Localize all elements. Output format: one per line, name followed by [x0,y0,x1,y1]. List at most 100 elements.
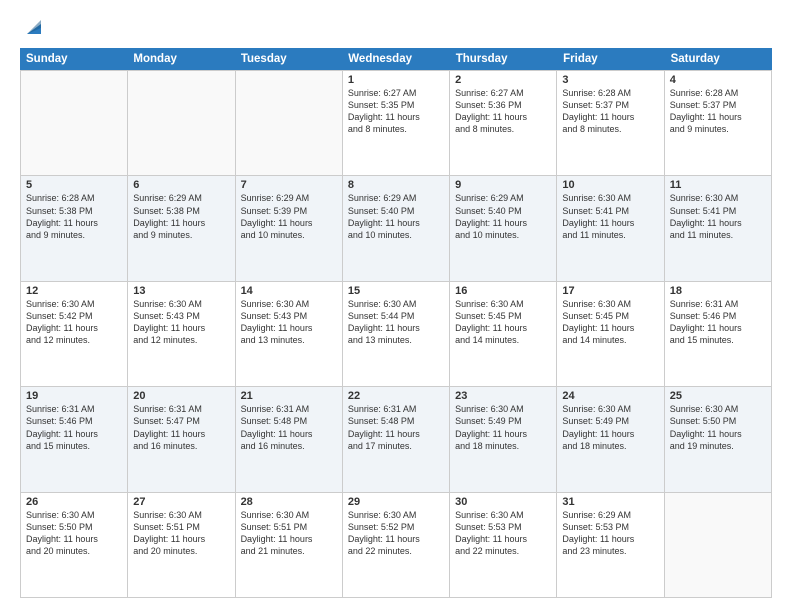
day-number: 11 [670,179,766,191]
day-cell-8: 8Sunrise: 6:29 AM Sunset: 5:40 PM Daylig… [343,176,450,280]
logo-icon [23,16,45,38]
day-info: Sunrise: 6:30 AM Sunset: 5:51 PM Dayligh… [241,509,337,558]
day-cell-5: 5Sunrise: 6:28 AM Sunset: 5:38 PM Daylig… [21,176,128,280]
day-number: 2 [455,74,551,86]
header-day-sunday: Sunday [20,48,127,70]
day-cell-31: 31Sunrise: 6:29 AM Sunset: 5:53 PM Dayli… [557,493,664,597]
day-number: 28 [241,496,337,508]
day-number: 26 [26,496,122,508]
day-info: Sunrise: 6:30 AM Sunset: 5:45 PM Dayligh… [562,298,658,347]
day-cell-30: 30Sunrise: 6:30 AM Sunset: 5:53 PM Dayli… [450,493,557,597]
day-info: Sunrise: 6:30 AM Sunset: 5:51 PM Dayligh… [133,509,229,558]
day-info: Sunrise: 6:28 AM Sunset: 5:37 PM Dayligh… [670,87,766,136]
page: SundayMondayTuesdayWednesdayThursdayFrid… [0,0,792,612]
day-info: Sunrise: 6:29 AM Sunset: 5:40 PM Dayligh… [455,192,551,241]
day-cell-7: 7Sunrise: 6:29 AM Sunset: 5:39 PM Daylig… [236,176,343,280]
day-info: Sunrise: 6:29 AM Sunset: 5:39 PM Dayligh… [241,192,337,241]
day-cell-14: 14Sunrise: 6:30 AM Sunset: 5:43 PM Dayli… [236,282,343,386]
day-number: 6 [133,179,229,191]
day-info: Sunrise: 6:31 AM Sunset: 5:47 PM Dayligh… [133,403,229,452]
day-cell-20: 20Sunrise: 6:31 AM Sunset: 5:47 PM Dayli… [128,387,235,491]
day-info: Sunrise: 6:27 AM Sunset: 5:35 PM Dayligh… [348,87,444,136]
day-cell-17: 17Sunrise: 6:30 AM Sunset: 5:45 PM Dayli… [557,282,664,386]
day-cell-3: 3Sunrise: 6:28 AM Sunset: 5:37 PM Daylig… [557,71,664,175]
calendar-row-4: 26Sunrise: 6:30 AM Sunset: 5:50 PM Dayli… [20,492,772,598]
empty-cell [21,71,128,175]
calendar-row-3: 19Sunrise: 6:31 AM Sunset: 5:46 PM Dayli… [20,386,772,491]
day-cell-27: 27Sunrise: 6:30 AM Sunset: 5:51 PM Dayli… [128,493,235,597]
day-cell-25: 25Sunrise: 6:30 AM Sunset: 5:50 PM Dayli… [665,387,772,491]
day-info: Sunrise: 6:30 AM Sunset: 5:50 PM Dayligh… [26,509,122,558]
day-info: Sunrise: 6:31 AM Sunset: 5:48 PM Dayligh… [348,403,444,452]
day-cell-22: 22Sunrise: 6:31 AM Sunset: 5:48 PM Dayli… [343,387,450,491]
day-cell-2: 2Sunrise: 6:27 AM Sunset: 5:36 PM Daylig… [450,71,557,175]
day-info: Sunrise: 6:30 AM Sunset: 5:49 PM Dayligh… [562,403,658,452]
day-cell-11: 11Sunrise: 6:30 AM Sunset: 5:41 PM Dayli… [665,176,772,280]
header-day-thursday: Thursday [450,48,557,70]
day-info: Sunrise: 6:27 AM Sunset: 5:36 PM Dayligh… [455,87,551,136]
day-info: Sunrise: 6:30 AM Sunset: 5:49 PM Dayligh… [455,403,551,452]
day-cell-15: 15Sunrise: 6:30 AM Sunset: 5:44 PM Dayli… [343,282,450,386]
day-number: 8 [348,179,444,191]
empty-cell [665,493,772,597]
day-number: 18 [670,285,766,297]
day-info: Sunrise: 6:30 AM Sunset: 5:53 PM Dayligh… [455,509,551,558]
day-info: Sunrise: 6:31 AM Sunset: 5:46 PM Dayligh… [26,403,122,452]
day-info: Sunrise: 6:28 AM Sunset: 5:38 PM Dayligh… [26,192,122,241]
day-cell-9: 9Sunrise: 6:29 AM Sunset: 5:40 PM Daylig… [450,176,557,280]
day-number: 27 [133,496,229,508]
day-number: 24 [562,390,658,402]
day-info: Sunrise: 6:30 AM Sunset: 5:43 PM Dayligh… [133,298,229,347]
day-info: Sunrise: 6:30 AM Sunset: 5:52 PM Dayligh… [348,509,444,558]
calendar-header: SundayMondayTuesdayWednesdayThursdayFrid… [20,48,772,70]
day-cell-23: 23Sunrise: 6:30 AM Sunset: 5:49 PM Dayli… [450,387,557,491]
day-number: 4 [670,74,766,86]
day-info: Sunrise: 6:30 AM Sunset: 5:43 PM Dayligh… [241,298,337,347]
day-cell-12: 12Sunrise: 6:30 AM Sunset: 5:42 PM Dayli… [21,282,128,386]
day-info: Sunrise: 6:30 AM Sunset: 5:41 PM Dayligh… [562,192,658,241]
day-number: 1 [348,74,444,86]
day-number: 22 [348,390,444,402]
day-cell-6: 6Sunrise: 6:29 AM Sunset: 5:38 PM Daylig… [128,176,235,280]
day-info: Sunrise: 6:30 AM Sunset: 5:42 PM Dayligh… [26,298,122,347]
calendar-body: 1Sunrise: 6:27 AM Sunset: 5:35 PM Daylig… [20,70,772,598]
day-number: 19 [26,390,122,402]
day-cell-28: 28Sunrise: 6:30 AM Sunset: 5:51 PM Dayli… [236,493,343,597]
day-info: Sunrise: 6:31 AM Sunset: 5:48 PM Dayligh… [241,403,337,452]
day-cell-13: 13Sunrise: 6:30 AM Sunset: 5:43 PM Dayli… [128,282,235,386]
day-cell-10: 10Sunrise: 6:30 AM Sunset: 5:41 PM Dayli… [557,176,664,280]
day-number: 25 [670,390,766,402]
day-cell-4: 4Sunrise: 6:28 AM Sunset: 5:37 PM Daylig… [665,71,772,175]
day-info: Sunrise: 6:30 AM Sunset: 5:50 PM Dayligh… [670,403,766,452]
day-info: Sunrise: 6:30 AM Sunset: 5:44 PM Dayligh… [348,298,444,347]
day-info: Sunrise: 6:31 AM Sunset: 5:46 PM Dayligh… [670,298,766,347]
header-day-monday: Monday [127,48,234,70]
calendar-row-1: 5Sunrise: 6:28 AM Sunset: 5:38 PM Daylig… [20,175,772,280]
day-info: Sunrise: 6:28 AM Sunset: 5:37 PM Dayligh… [562,87,658,136]
day-info: Sunrise: 6:29 AM Sunset: 5:40 PM Dayligh… [348,192,444,241]
day-cell-16: 16Sunrise: 6:30 AM Sunset: 5:45 PM Dayli… [450,282,557,386]
day-cell-21: 21Sunrise: 6:31 AM Sunset: 5:48 PM Dayli… [236,387,343,491]
day-number: 21 [241,390,337,402]
day-cell-1: 1Sunrise: 6:27 AM Sunset: 5:35 PM Daylig… [343,71,450,175]
day-number: 30 [455,496,551,508]
header-day-saturday: Saturday [665,48,772,70]
calendar: SundayMondayTuesdayWednesdayThursdayFrid… [20,48,772,598]
header-day-tuesday: Tuesday [235,48,342,70]
day-cell-26: 26Sunrise: 6:30 AM Sunset: 5:50 PM Dayli… [21,493,128,597]
empty-cell [128,71,235,175]
day-cell-19: 19Sunrise: 6:31 AM Sunset: 5:46 PM Dayli… [21,387,128,491]
header-day-wednesday: Wednesday [342,48,449,70]
header [20,18,772,38]
header-day-friday: Friday [557,48,664,70]
day-number: 29 [348,496,444,508]
day-number: 17 [562,285,658,297]
day-number: 10 [562,179,658,191]
empty-cell [236,71,343,175]
day-info: Sunrise: 6:30 AM Sunset: 5:41 PM Dayligh… [670,192,766,241]
day-number: 7 [241,179,337,191]
day-number: 20 [133,390,229,402]
day-number: 15 [348,285,444,297]
day-number: 13 [133,285,229,297]
day-number: 9 [455,179,551,191]
